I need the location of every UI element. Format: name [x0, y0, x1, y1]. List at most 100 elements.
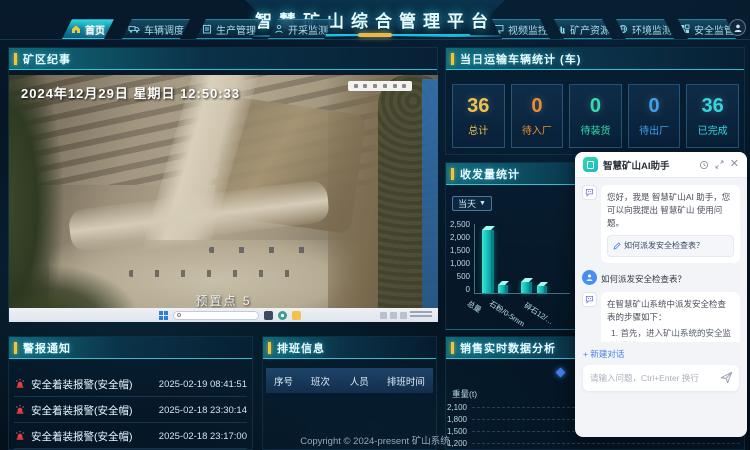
accent-bar: [268, 342, 271, 354]
panel-schedule-header: 排班信息: [263, 337, 436, 359]
accent-bar: [14, 53, 17, 65]
sales-ytick: 1,800: [441, 415, 467, 424]
tab-mining-monitor[interactable]: 开采监测: [268, 19, 334, 39]
history-icon[interactable]: [699, 160, 709, 170]
new-chat-button[interactable]: + 新建对话: [583, 348, 739, 360]
explorer-icon: [264, 311, 273, 320]
chevron-down-icon: ▼: [479, 200, 486, 207]
accent-bar: [451, 53, 454, 65]
bot-avatar-icon: [582, 292, 597, 307]
shipment-y-axis: [474, 224, 475, 293]
panel-title: 收发量统计: [460, 166, 520, 182]
panel-mine-chronicle-header: 矿区纪事: [9, 48, 437, 70]
video-control-toolbar[interactable]: [348, 81, 412, 91]
shipment-ytick: 0: [444, 285, 470, 294]
shipment-bar: [482, 230, 494, 293]
shipment-ytick: 2,000: [444, 233, 470, 242]
answer-steps: 1. 首先，进入矿山系统的安全监管模块。 2. 在安全监管模块中找到并点击"安全…: [607, 327, 734, 342]
bot-answer-row: 在智慧矿山系统中派发安全检查表的步骤如下： 1. 首先，进入矿山系统的安全监管模…: [582, 292, 740, 342]
tab-mineral-resources[interactable]: 矿产资源: [554, 19, 612, 39]
tab-safety-supervision[interactable]: 安全监管: [678, 19, 736, 39]
user-avatar-icon: [582, 270, 597, 285]
system-tray: [380, 311, 432, 319]
bot-answer-bubble: 在智慧矿山系统中派发安全检查表的步骤如下： 1. 首先，进入矿山系统的安全监管模…: [601, 292, 740, 342]
panel-alarm-header: 警报通知: [9, 337, 252, 359]
stat-card-total: 36 总计: [452, 84, 505, 148]
ai-assistant-header: 智慧矿山AI助手 ✕: [575, 152, 747, 178]
siren-icon: [14, 404, 26, 416]
shipment-x-axis: [474, 293, 570, 294]
taskbar-search: [173, 311, 259, 320]
expand-icon[interactable]: [715, 160, 724, 169]
tab-vehicle-dispatch[interactable]: 车辆调度: [122, 19, 190, 39]
title-deco-right: [394, 35, 512, 37]
sales-y-axis-label: 重量(t): [452, 388, 477, 400]
browser-icon: [278, 311, 287, 320]
clipboard-icon: [202, 24, 212, 34]
shipment-ytick: 2,500: [444, 220, 470, 229]
shipment-ytick: 1,000: [444, 259, 470, 268]
home-icon: [71, 24, 81, 34]
send-icon[interactable]: [720, 371, 733, 384]
ai-assistant-panel: 智慧矿山AI助手 ✕ 您好，我是 智慧矿山AI 助手，您可以向我提出 智慧矿山 …: [575, 152, 747, 437]
column-header: 班次: [301, 374, 340, 388]
avatar-person-icon: [733, 23, 743, 33]
suggested-question[interactable]: 如何派发安全检查表？: [607, 235, 734, 257]
truck-icon: [128, 24, 140, 34]
vehicle-stat-cards: 36 总计 0 待入厂 0 待装货 0 待出厂 36 已完成: [452, 84, 739, 148]
accent-bar: [14, 342, 17, 354]
panel-vehicle-stats-header: 当日运输车辆统计 (车): [446, 48, 744, 70]
siren-icon: [14, 378, 26, 390]
tab-environment-monitor[interactable]: 环境监测: [616, 19, 674, 39]
close-icon[interactable]: ✕: [730, 159, 739, 170]
bot-avatar-icon: [582, 185, 597, 200]
folder-icon: [292, 311, 301, 320]
stat-card-waiting-exit: 0 待出厂: [628, 84, 681, 148]
shipment-range-dropdown[interactable]: 当天 ▼: [452, 196, 492, 211]
panel-title: 矿区纪事: [23, 51, 71, 67]
alarm-list-item[interactable]: 安全着装报警(安全帽) 2025-02-18 23:30:14: [14, 398, 247, 423]
bot-message-row: 您好，我是 智慧矿山AI 助手，您可以向我提出 智慧矿山 使用问题。 如何派发安…: [582, 185, 740, 263]
column-header: 排班时间: [379, 374, 433, 388]
ai-assistant-title: 智慧矿山AI助手: [603, 158, 694, 172]
equipment-row: [129, 270, 309, 277]
pencil-icon: [613, 242, 621, 250]
tab-production[interactable]: 生产管理: [196, 19, 262, 39]
shipment-ytick: 500: [444, 272, 470, 281]
user-message-row: 如何派发安全检查表？: [582, 270, 740, 285]
smart-mine-dashboard: 智慧矿山综合管理平台 首页 车辆调度 生产管理 开采监测 视频监控 矿产资源 环…: [0, 0, 750, 450]
tab-video-monitor[interactable]: 视频监控: [492, 19, 550, 39]
ai-chat-area: 您好，我是 智慧矿山AI 助手，您可以向我提出 智慧矿山 使用问题。 如何派发安…: [575, 178, 747, 342]
ai-input-area: + 新建对话: [575, 342, 747, 437]
sales-ytick: 2,100: [441, 403, 467, 412]
column-header: 序号: [266, 374, 301, 388]
video-datetime-overlay: 2024年12月29日 星期日 12:50:33: [21, 83, 240, 102]
schedule-table-header: 序号 班次 人员 排班时间: [266, 368, 433, 393]
ai-logo-icon: [583, 157, 598, 172]
bot-greeting-bubble: 您好，我是 智慧矿山AI 助手，您可以向我提出 智慧矿山 使用问题。 如何派发安…: [601, 185, 740, 263]
person-icon: [274, 24, 284, 34]
stat-card-waiting-entry: 0 待入厂: [511, 84, 564, 148]
stat-card-waiting-load: 0 待装货: [569, 84, 622, 148]
shipment-bar: [521, 282, 532, 293]
user-avatar[interactable]: [729, 19, 746, 36]
user-question-text: 如何派发安全检查表？: [601, 270, 686, 285]
shipment-ytick: 1,500: [444, 246, 470, 255]
panel-title: 当日运输车辆统计 (车): [460, 51, 581, 67]
shipment-bar: [537, 286, 547, 293]
preset-point-label: 预置点 5: [9, 292, 438, 309]
panel-title: 销售实时数据分析: [460, 340, 556, 356]
header-divider: [0, 39, 750, 40]
accent-bar: [451, 168, 454, 180]
title-deco-center: [358, 33, 392, 37]
column-header: 人员: [340, 374, 379, 388]
ai-question-input[interactable]: [590, 373, 715, 383]
panel-title: 警报通知: [23, 340, 71, 356]
accent-bar: [451, 342, 454, 354]
alarm-list-item[interactable]: 安全着装报警(安全帽) 2025-02-19 08:41:51: [14, 372, 247, 397]
live-video-feed: 2024年12月29日 星期日 12:50:33 预置点 5: [9, 75, 438, 322]
stat-card-completed: 36 已完成: [686, 84, 739, 148]
shipment-bar: [498, 285, 508, 293]
ai-input-wrap: [583, 365, 739, 391]
panel-title: 排班信息: [277, 340, 325, 356]
